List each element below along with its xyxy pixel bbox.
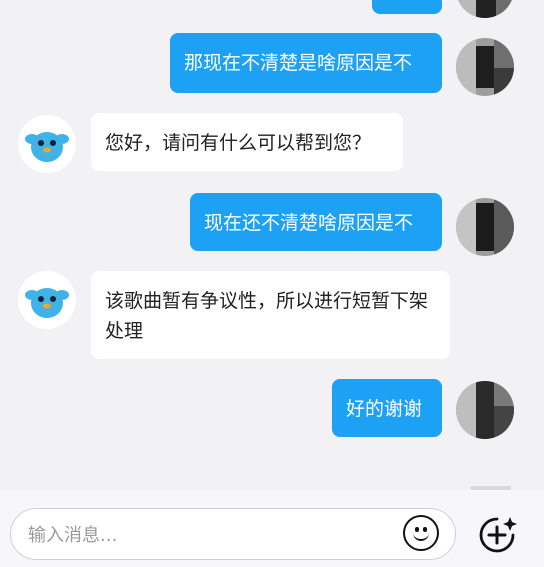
message-bubble-incoming[interactable]: 您好，请问有什么可以帮到您？ [91, 113, 403, 171]
bot-avatar[interactable] [18, 271, 76, 329]
message-input[interactable] [26, 521, 390, 549]
bird-mascot-icon [25, 132, 69, 162]
user-avatar[interactable] [456, 198, 514, 256]
message-bubble-outgoing[interactable]: 好的谢谢 [332, 379, 442, 437]
message-input-wrapper[interactable] [10, 508, 456, 560]
user-avatar[interactable] [456, 38, 514, 96]
message-bubble-outgoing[interactable]: 那现在不清楚是啥原因是不 [170, 33, 442, 93]
chat-message-list[interactable]: 那现在不清楚是啥原因是不 您好，请问有什么可以帮到您？ 现在还不清楚啥原因是不 [0, 0, 544, 490]
message-bubble-outgoing[interactable]: 现在还不清楚啥原因是不 [190, 193, 442, 251]
message-bubble-incoming[interactable]: 该歌曲暂有争议性，所以进行短暂下架处理 [91, 271, 450, 359]
smiley-face-icon[interactable] [403, 515, 439, 551]
plus-sparkle-icon[interactable] [477, 515, 517, 555]
bird-mascot-icon [25, 288, 69, 318]
bot-avatar[interactable] [18, 115, 76, 173]
user-avatar[interactable] [456, 381, 514, 439]
message-bubble-outgoing [372, 0, 442, 14]
user-avatar[interactable] [456, 0, 514, 18]
